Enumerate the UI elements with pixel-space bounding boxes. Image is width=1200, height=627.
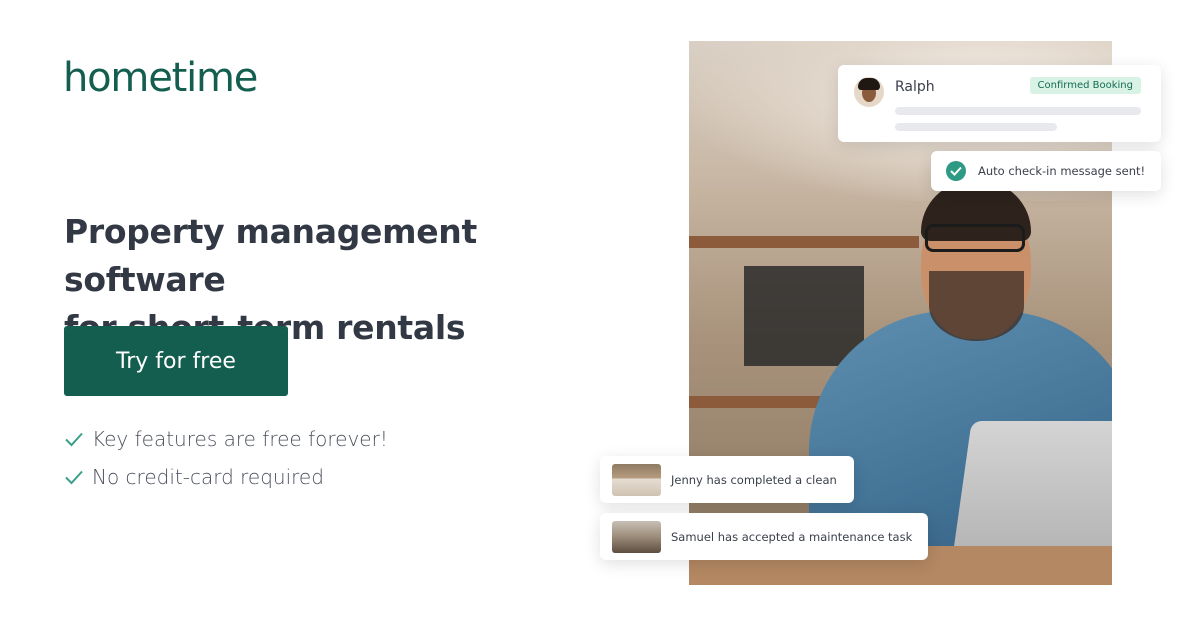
task-message: Samuel has accepted a maintenance task — [671, 529, 913, 544]
guest-name: Ralph — [895, 79, 935, 95]
background-screen — [744, 266, 864, 366]
feature-label: Key features are free forever! — [92, 427, 388, 451]
checkin-message: Auto check-in message sent! — [978, 164, 1146, 178]
check-icon — [64, 467, 92, 487]
task-notification-card: Samuel has accepted a maintenance task — [600, 513, 928, 560]
person-glasses — [925, 224, 1025, 252]
shelf — [689, 236, 919, 248]
try-for-free-button[interactable]: Try for free — [64, 326, 288, 396]
placeholder-line — [895, 107, 1141, 115]
feature-item: Key features are free forever! — [64, 420, 388, 458]
status-badge: Confirmed Booking — [1029, 77, 1141, 94]
person-beard — [929, 271, 1024, 341]
booking-notification-card: Ralph Confirmed Booking — [838, 65, 1161, 142]
headline-line-1: Property management software — [64, 212, 477, 299]
living-room-thumbnail — [612, 520, 661, 553]
bedroom-thumbnail — [612, 463, 661, 496]
check-circle-icon — [946, 161, 966, 181]
checkin-notification-card: Auto check-in message sent! — [931, 151, 1161, 191]
guest-avatar — [854, 77, 884, 107]
feature-label: No credit-card required — [92, 465, 324, 489]
feature-item: No credit-card required — [64, 458, 388, 496]
feature-list: Key features are free forever! No credit… — [64, 420, 388, 496]
check-icon — [64, 429, 92, 449]
hometime-logo[interactable]: hometime — [63, 58, 258, 98]
task-message: Jenny has completed a clean — [671, 472, 837, 487]
task-notification-card: Jenny has completed a clean — [600, 456, 854, 503]
placeholder-line — [895, 123, 1057, 131]
